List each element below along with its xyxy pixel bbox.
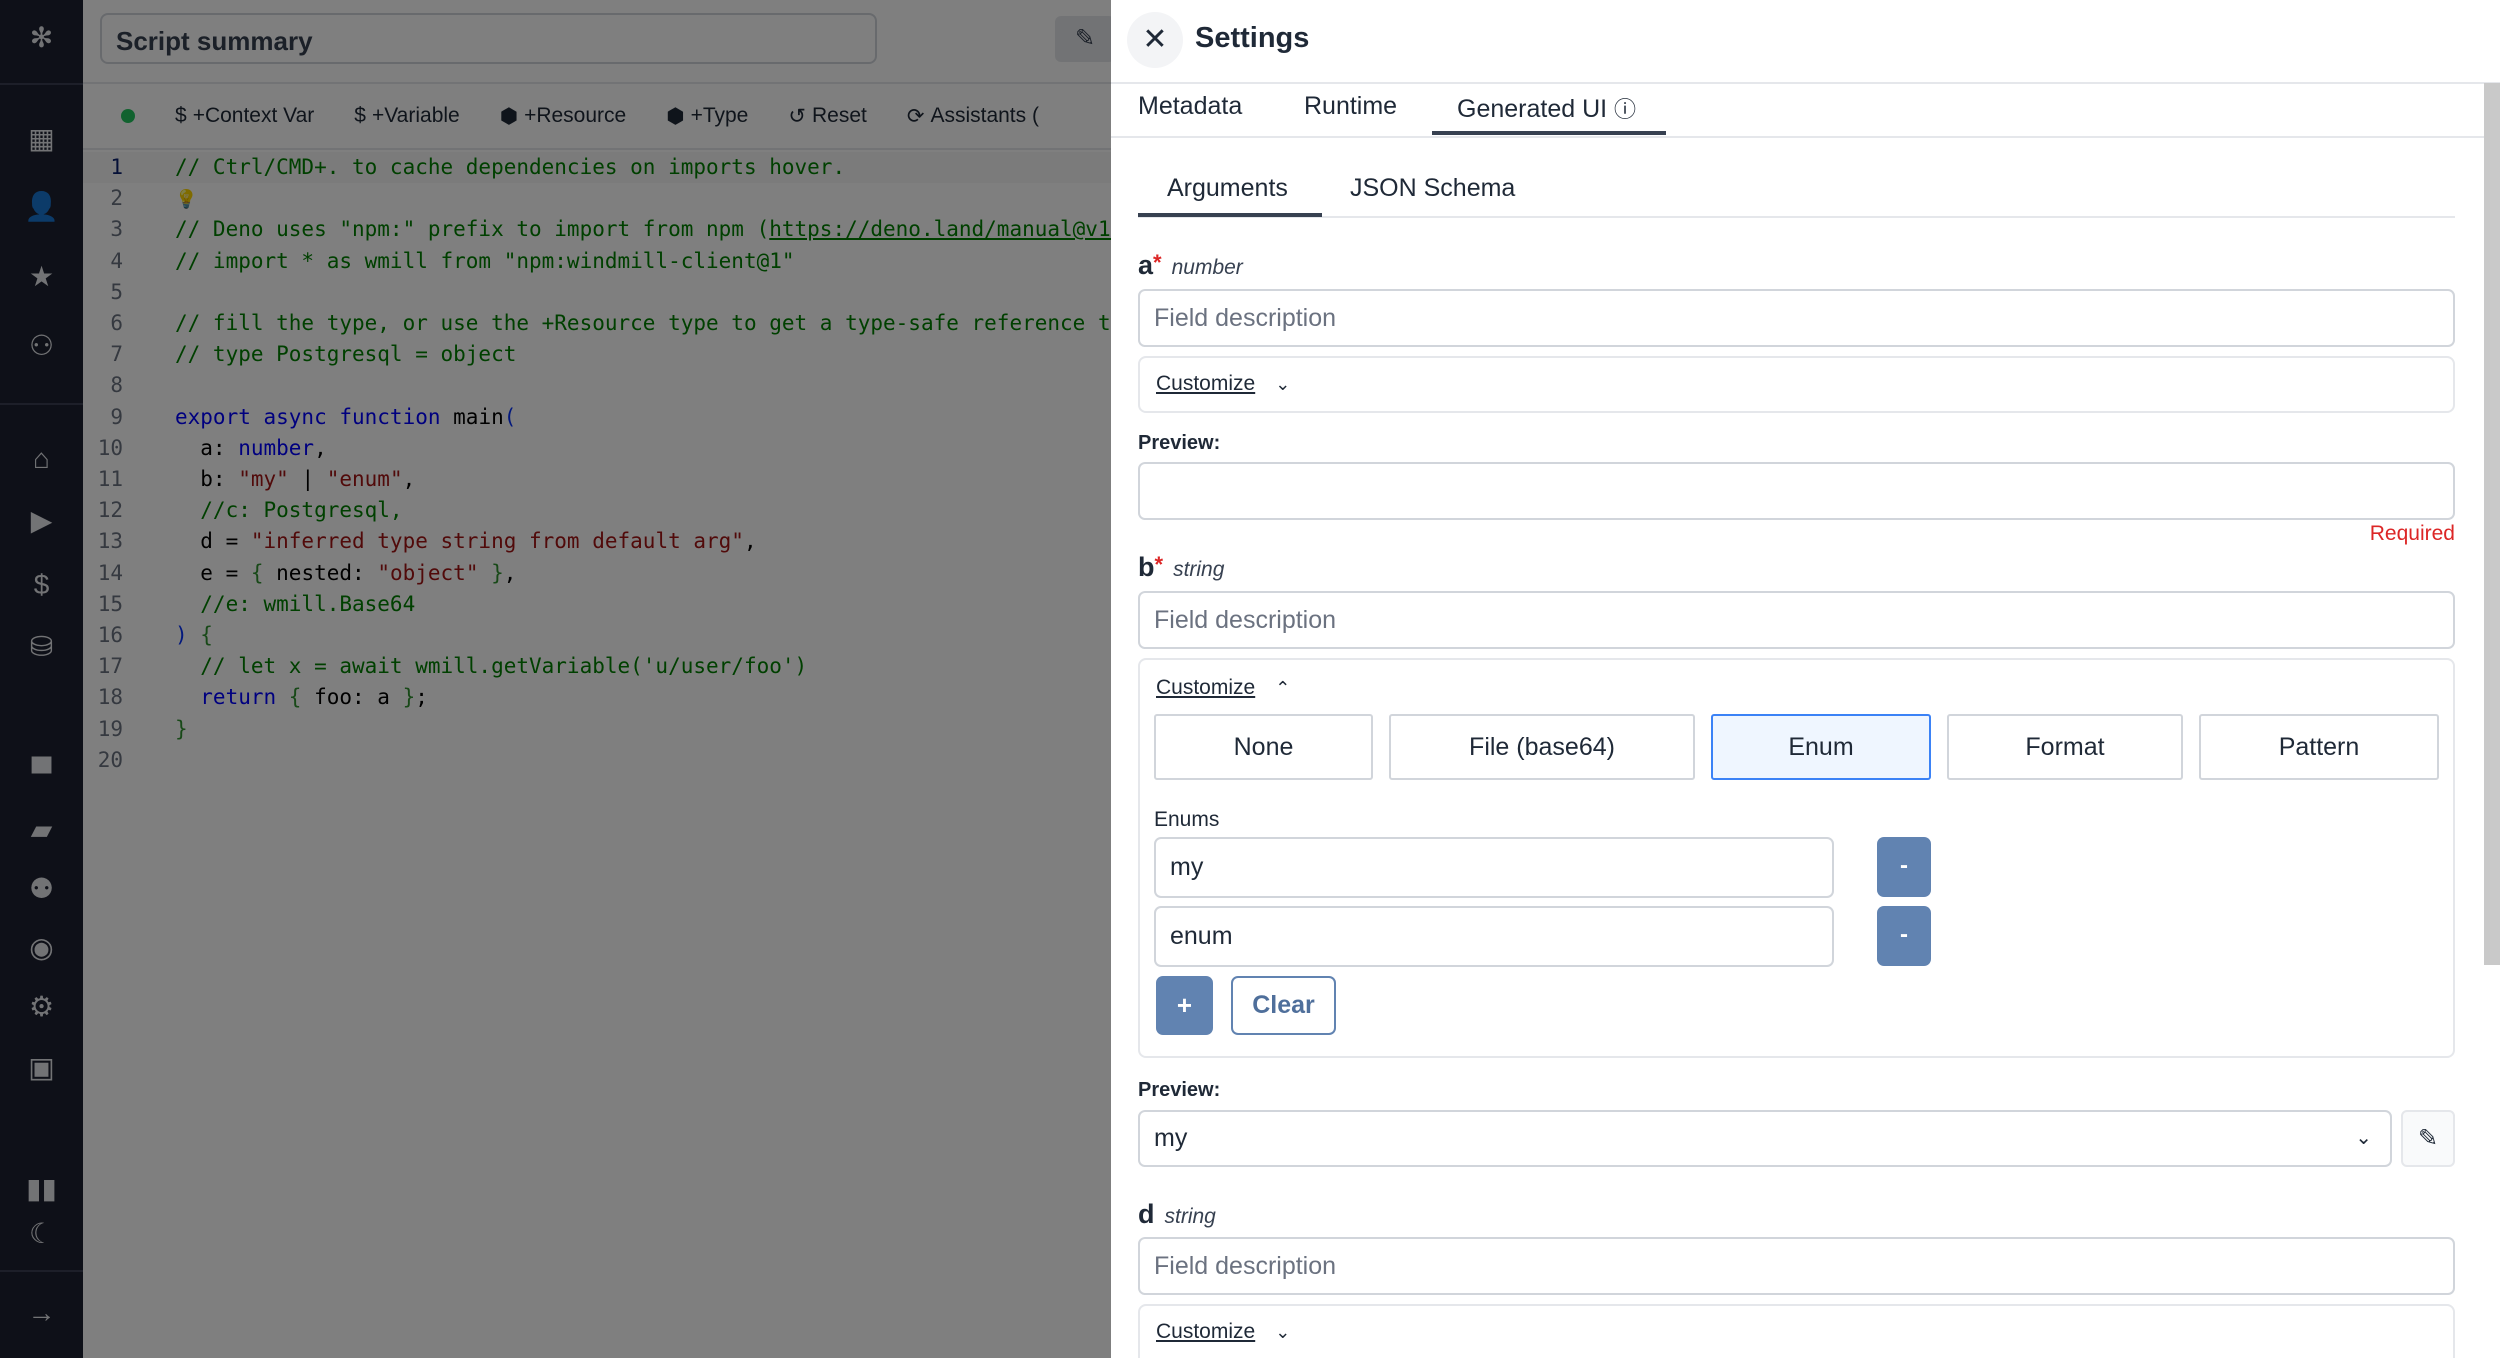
close-button[interactable]: ✕ <box>1127 12 1183 68</box>
remove-enum-button[interactable]: - <box>1877 906 1931 966</box>
selected-value: my <box>1154 1124 1188 1152</box>
arg-b-label: b* string <box>1138 552 1225 582</box>
arg-b-description-input[interactable]: Field description <box>1138 591 2455 649</box>
arg-b-preview-select[interactable]: my ⌄ <box>1138 1110 2392 1167</box>
arg-d-description-input[interactable]: Field description <box>1138 1237 2455 1295</box>
remove-enum-button[interactable]: - <box>1877 837 1931 897</box>
format-option-pattern[interactable]: Pattern <box>2199 714 2439 780</box>
active-tab-indicator <box>1432 131 1666 135</box>
arg-a-preview-label: Preview: <box>1138 432 1221 454</box>
arg-d-customize-toggle[interactable]: Customize ⌄ <box>1156 1320 1290 1344</box>
clear-enums-button[interactable]: Clear <box>1231 976 1336 1035</box>
chevron-down-icon: ⌄ <box>1275 1322 1291 1342</box>
arg-a-customize-toggle[interactable]: Customize ⌄ <box>1156 372 1290 396</box>
divider <box>1111 82 2500 84</box>
format-option-none[interactable]: None <box>1154 714 1373 780</box>
settings-drawer: ✕ Settings Metadata Runtime Generated UI… <box>1111 0 2500 1358</box>
subtab-arguments[interactable]: Arguments <box>1167 174 1288 203</box>
tab-runtime[interactable]: Runtime <box>1304 92 1397 121</box>
arg-a-label: a* number <box>1138 250 1243 280</box>
enum-input[interactable]: my <box>1154 837 1834 898</box>
enums-label: Enums <box>1154 808 1220 831</box>
active-subtab-indicator <box>1138 213 1322 217</box>
info-icon: ⓘ <box>1614 97 1637 122</box>
arg-b-preview-label: Preview: <box>1138 1079 1221 1101</box>
format-option-file[interactable]: File (base64) <box>1389 714 1695 780</box>
enum-input[interactable]: enum <box>1154 906 1834 967</box>
drawer-title: Settings <box>1195 22 1310 54</box>
divider <box>1138 216 2455 218</box>
required-error: Required <box>2369 522 2455 545</box>
subtab-json-schema[interactable]: JSON Schema <box>1350 174 1515 203</box>
arg-a-customize-box: Customize ⌄ <box>1138 356 2455 413</box>
format-option-format[interactable]: Format <box>1947 714 2183 780</box>
add-enum-button[interactable]: + <box>1156 976 1213 1035</box>
edit-custom-value-button[interactable]: ✎ <box>2401 1110 2455 1167</box>
tab-generated-ui[interactable]: Generated UI ⓘ <box>1457 92 1636 124</box>
arg-d-customize-box: Customize ⌄ <box>1138 1304 2455 1358</box>
arg-a-description-input[interactable]: Field description <box>1138 289 2455 347</box>
format-option-enum[interactable]: Enum <box>1711 714 1931 780</box>
divider <box>1111 136 2484 138</box>
scrollbar[interactable] <box>2484 83 2500 965</box>
arg-d-label: d string <box>1138 1199 1216 1229</box>
tab-label: Generated UI <box>1457 95 1608 123</box>
close-icon: ✕ <box>1142 23 1168 56</box>
chevron-down-icon: ⌄ <box>2355 1127 2372 1149</box>
chevron-down-icon: ⌄ <box>1275 374 1291 394</box>
tab-metadata[interactable]: Metadata <box>1138 92 1242 121</box>
chevron-up-icon: ⌃ <box>1275 678 1291 698</box>
pencil-icon: ✎ <box>2417 1125 2439 1152</box>
arg-a-preview-input[interactable] <box>1138 462 2455 520</box>
modal-backdrop[interactable] <box>0 0 1111 1358</box>
arg-b-customize-toggle[interactable]: Customize ⌃ <box>1156 676 1290 700</box>
